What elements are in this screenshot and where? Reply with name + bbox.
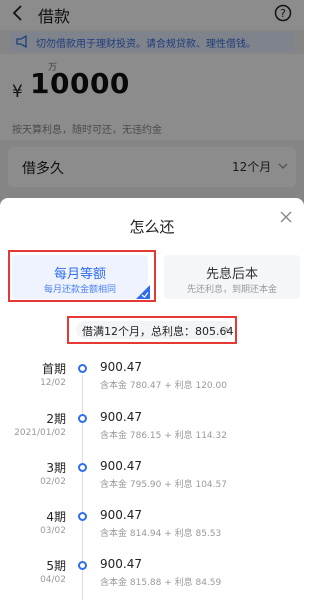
option-title: 先息后本 xyxy=(205,267,258,282)
timeline-dot xyxy=(78,463,87,472)
installment-amount: 900.47 xyxy=(100,360,142,374)
timeline-dot xyxy=(78,414,87,423)
installment-period: 2期 xyxy=(46,412,66,426)
installment-detail: 含本金 815.88 + 利息 84.59 xyxy=(100,578,222,588)
installment-amount: 900.47 xyxy=(100,557,142,571)
installment-detail: 含本金 786.15 + 利息 114.32 xyxy=(100,431,227,441)
option-subtitle: 先还利息，到期还本金 xyxy=(186,285,277,295)
installment-amount: 900.47 xyxy=(100,508,142,522)
installment-date: 03/02 xyxy=(40,526,66,536)
timeline-dot xyxy=(78,561,87,570)
installment-amount: 900.47 xyxy=(100,410,142,424)
installment-detail: 含本金 814.94 + 利息 85.53 xyxy=(100,529,222,539)
installment-period: 5期 xyxy=(46,559,66,573)
installment-detail: 含本金 795.90 + 利息 104.57 xyxy=(100,480,227,490)
sheet-title: 怎么还 xyxy=(129,218,175,236)
close-icon[interactable] xyxy=(279,210,293,224)
installment-period: 4期 xyxy=(46,510,66,524)
installment-date: 02/02 xyxy=(40,477,66,487)
installment-amount: 900.47 xyxy=(100,459,142,473)
highlight-box xyxy=(67,316,237,344)
installment-date: 04/02 xyxy=(40,575,66,585)
installment-period: 3期 xyxy=(46,461,66,475)
installment-detail: 含本金 780.47 + 利息 120.00 xyxy=(100,381,227,391)
timeline-dot xyxy=(78,364,87,373)
installment-date: 2021/01/02 xyxy=(14,428,66,438)
highlight-box xyxy=(8,250,156,302)
installment-period: 首期 xyxy=(41,362,66,376)
installment-date: 12/02 xyxy=(40,378,66,388)
timeline-dot xyxy=(78,512,87,521)
